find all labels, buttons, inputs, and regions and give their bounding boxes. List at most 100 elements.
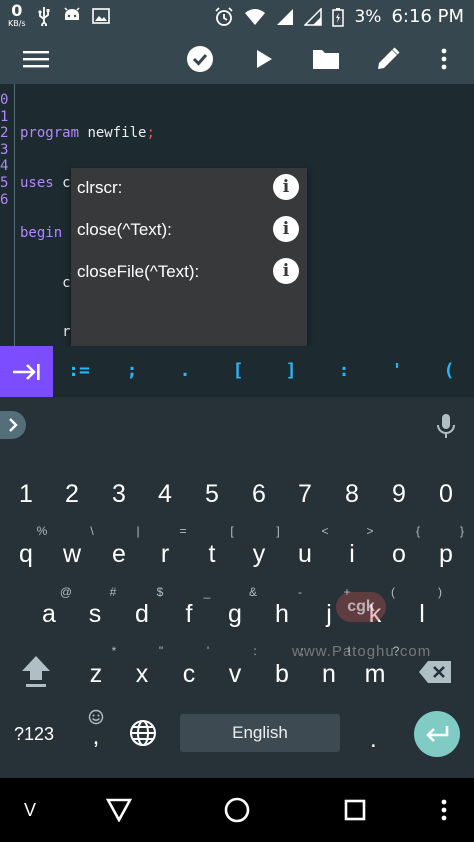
key-hint: }: [459, 524, 464, 538]
recents-square-icon: [344, 799, 366, 821]
network-speed: 0 KB/s: [8, 3, 26, 29]
key-d[interactable]: d: [122, 600, 162, 629]
expand-toolbar-button[interactable]: [0, 411, 26, 439]
microphone-icon: [437, 414, 455, 438]
watermark-logo: cgk: [336, 592, 386, 622]
voice-input-button[interactable]: [436, 413, 456, 443]
symbols-mode-key[interactable]: ?123: [14, 724, 54, 745]
symbol-colon[interactable]: :: [329, 360, 359, 381]
key-1[interactable]: 1: [6, 480, 46, 509]
key-s[interactable]: s: [75, 600, 115, 629]
key-m[interactable]: m: [355, 660, 395, 689]
nav-overflow-button[interactable]: [414, 778, 474, 842]
soft-keyboard: 1 2 3 4 5 6 7 8 9 0 % \ | = [ ] < > { } …: [0, 454, 474, 778]
key-c[interactable]: c: [169, 660, 209, 689]
symbol-open-paren[interactable]: (: [434, 360, 464, 381]
key-h[interactable]: h: [262, 600, 302, 629]
suggestion-close[interactable]: close(^Text): i: [71, 210, 307, 252]
key-hint: (: [391, 585, 395, 599]
shift-key[interactable]: [20, 654, 52, 692]
hamburger-icon: [23, 51, 49, 68]
key-q[interactable]: q: [6, 540, 46, 569]
symbol-semicolon[interactable]: ;: [117, 360, 147, 381]
key-hint: ": [158, 644, 164, 658]
key-hint: <: [321, 524, 329, 538]
key-3[interactable]: 3: [99, 480, 139, 509]
line-number: 6: [0, 191, 9, 208]
android-icon: [64, 7, 80, 20]
edit-button[interactable]: [364, 34, 412, 84]
symbol-assign[interactable]: :=: [64, 360, 94, 381]
key-9[interactable]: 9: [379, 480, 419, 509]
key-w[interactable]: w: [52, 540, 92, 569]
key-b[interactable]: b: [262, 660, 302, 689]
check-circle-icon: [187, 46, 213, 72]
key-t[interactable]: t: [192, 540, 232, 569]
suggestion-closefile[interactable]: closeFile(^Text): i: [71, 252, 307, 294]
info-icon[interactable]: i: [273, 174, 299, 200]
key-l[interactable]: l: [402, 600, 442, 629]
line-number: 4: [0, 158, 9, 175]
key-0[interactable]: 0: [426, 480, 466, 509]
key-z[interactable]: z: [76, 660, 116, 689]
key-n[interactable]: n: [309, 660, 349, 689]
tab-key[interactable]: [0, 346, 53, 397]
key-8[interactable]: 8: [332, 480, 372, 509]
info-icon[interactable]: i: [273, 258, 299, 284]
key-i[interactable]: i: [332, 540, 372, 569]
hide-keyboard-button[interactable]: V: [0, 778, 60, 842]
key-hint: ): [438, 585, 442, 599]
key-o[interactable]: o: [379, 540, 419, 569]
key-hint: |: [136, 524, 140, 538]
key-p[interactable]: p: [426, 540, 466, 569]
code-line: program newfile;: [20, 125, 155, 142]
backspace-key[interactable]: [418, 660, 452, 688]
symbol-quote[interactable]: ': [382, 360, 412, 381]
key-v[interactable]: v: [215, 660, 255, 689]
info-icon[interactable]: i: [273, 216, 299, 242]
recents-button[interactable]: [325, 778, 385, 842]
key-4[interactable]: 4: [145, 480, 185, 509]
key-hint: $: [156, 585, 164, 599]
comma-emoji-key[interactable]: ,: [84, 709, 108, 749]
space-key[interactable]: English: [180, 714, 340, 752]
key-y[interactable]: y: [239, 540, 279, 569]
menu-button[interactable]: [12, 34, 60, 84]
suggestion-label: close(^Text):: [77, 220, 172, 239]
keyboard-suggestion-strip: [0, 397, 474, 454]
run-button[interactable]: [240, 34, 288, 84]
symbol-period[interactable]: .: [170, 360, 200, 381]
speed-unit: KB/s: [8, 19, 26, 28]
key-u[interactable]: u: [285, 540, 325, 569]
symbol-bar: := ; . [ ] : ' (: [0, 346, 474, 397]
key-hint: -: [298, 585, 302, 599]
home-button[interactable]: [207, 778, 267, 842]
key-r[interactable]: r: [145, 540, 185, 569]
key-hint: [: [230, 524, 234, 538]
overflow-menu-button[interactable]: [420, 34, 468, 84]
symbol-close-bracket[interactable]: ]: [276, 360, 306, 381]
key-x[interactable]: x: [122, 660, 162, 689]
enter-key[interactable]: [414, 711, 460, 757]
key-5[interactable]: 5: [192, 480, 232, 509]
more-vert-icon: [441, 48, 447, 70]
key-hint: *: [111, 644, 117, 658]
key-2[interactable]: 2: [52, 480, 92, 509]
compile-button[interactable]: [176, 34, 224, 84]
key-hint: @: [59, 585, 73, 599]
key-f[interactable]: f: [169, 600, 209, 629]
suggestion-clrscr[interactable]: clrscr: i: [71, 168, 307, 210]
key-6[interactable]: 6: [239, 480, 279, 509]
symbol-open-bracket[interactable]: [: [223, 360, 253, 381]
back-button[interactable]: [89, 778, 149, 842]
key-hint: {: [415, 524, 420, 538]
period-key[interactable]: .: [370, 726, 377, 754]
key-a[interactable]: a: [29, 600, 69, 629]
key-e[interactable]: e: [99, 540, 139, 569]
language-key[interactable]: [129, 719, 157, 751]
autocomplete-popup: clrscr: i close(^Text): i closeFile(^Tex…: [71, 168, 307, 348]
line-number: 0: [0, 92, 9, 108]
open-folder-button[interactable]: [302, 34, 350, 84]
key-7[interactable]: 7: [285, 480, 325, 509]
key-g[interactable]: g: [215, 600, 255, 629]
